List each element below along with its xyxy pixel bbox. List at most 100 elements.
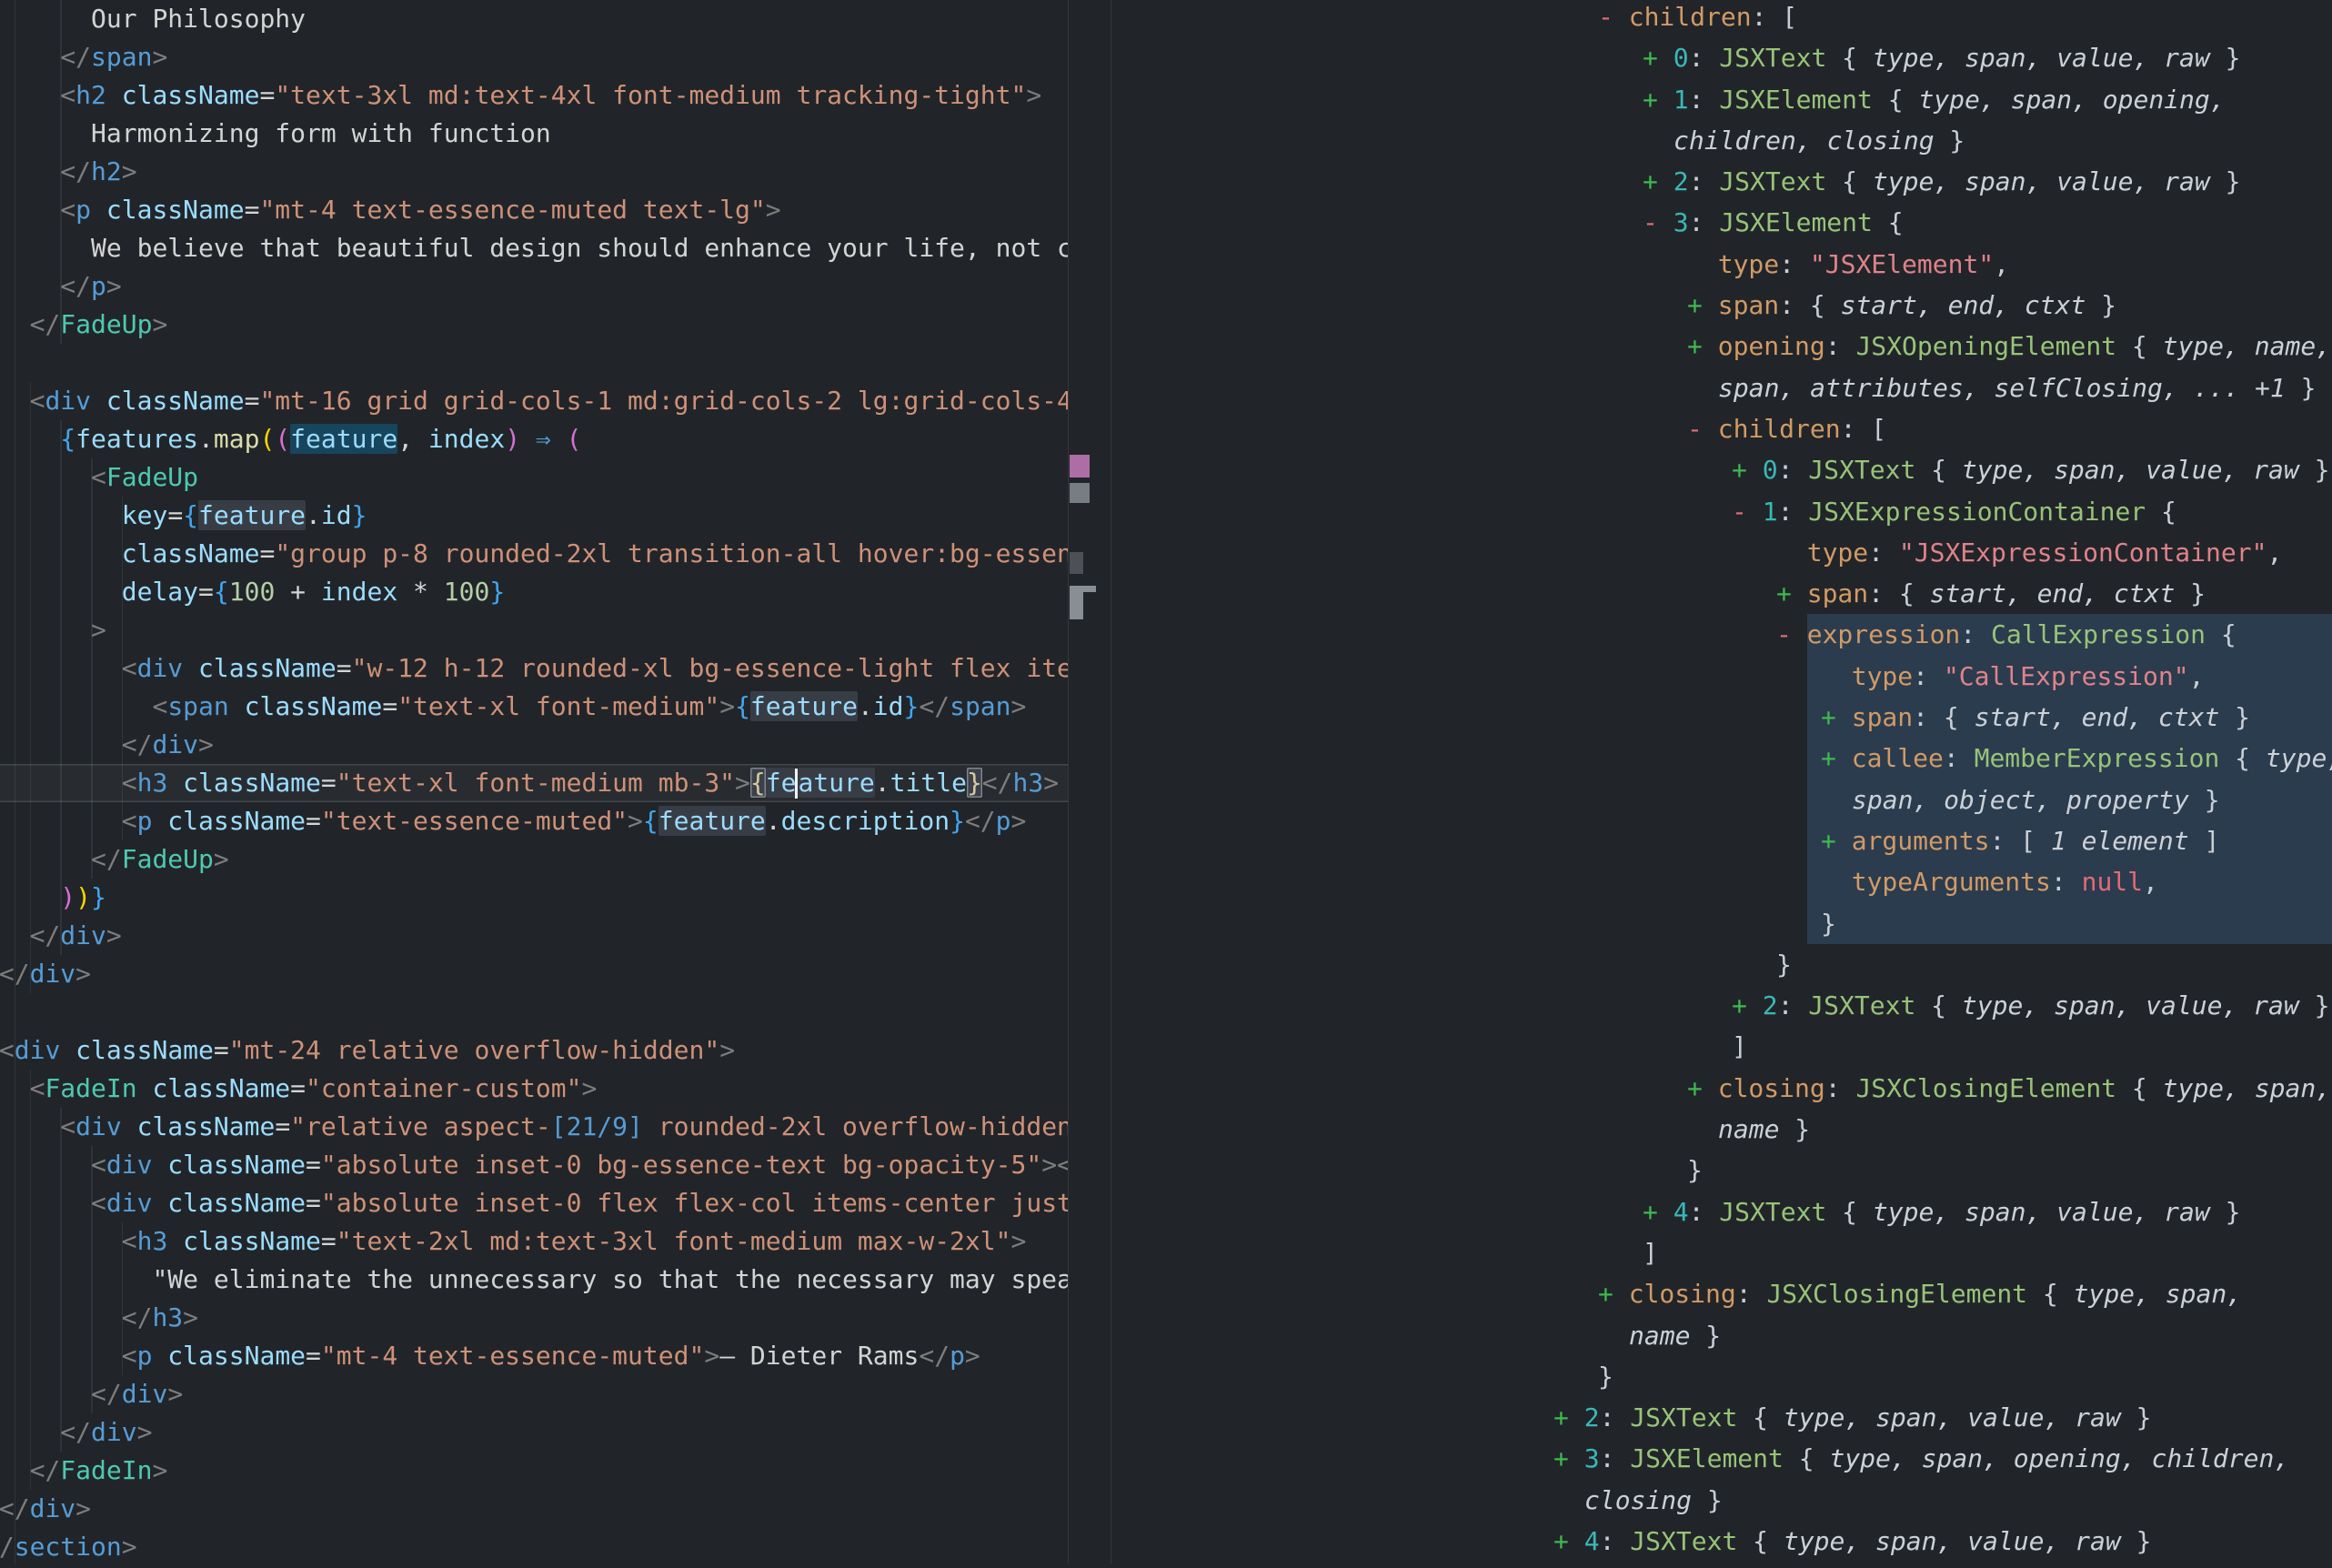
collapse-icon[interactable]: - — [1598, 2, 1629, 32]
code-editor-pane[interactable]: Our Philosophy</span><h2 className="text… — [0, 0, 1068, 1564]
expand-icon[interactable]: + — [1821, 702, 1852, 732]
code-line[interactable]: </div> — [0, 1413, 1068, 1452]
ast-line[interactable]: + span: { start, end, ctxt } — [1111, 285, 2332, 326]
code-line[interactable] — [0, 344, 1068, 382]
ast-line[interactable]: ] — [1111, 1026, 2332, 1067]
code-line[interactable]: delay={100 + index * 100} — [0, 573, 1068, 611]
overview-ruler[interactable] — [1068, 0, 1111, 1564]
code-line[interactable]: > — [0, 611, 1068, 649]
code-line[interactable]: <div className="absolute inset-0 bg-esse… — [0, 1146, 1068, 1184]
collapse-icon[interactable]: - — [1732, 497, 1763, 527]
code-line-current[interactable]: <h3 className="text-xl font-medium mb-3"… — [0, 764, 1068, 802]
ast-line[interactable]: + 1: JSXElement { type, span, opening, — [1111, 79, 2332, 120]
expand-icon[interactable]: + — [1776, 578, 1807, 608]
code-line[interactable]: </FadeUp> — [0, 840, 1068, 879]
collapse-icon[interactable]: - — [1687, 414, 1718, 444]
code-line[interactable]: <div className="absolute inset-0 flex fl… — [0, 1184, 1068, 1222]
expand-icon[interactable]: + — [1687, 290, 1718, 320]
ast-line[interactable]: name } — [1111, 1109, 2332, 1150]
ast-line[interactable]: type: "CallExpression", — [1111, 656, 2332, 697]
ast-line[interactable]: } — [1111, 944, 2332, 985]
ast-line[interactable]: + callee: MemberExpression { type, — [1111, 738, 2332, 779]
code-line[interactable]: <h3 className="text-2xl md:text-3xl font… — [0, 1222, 1068, 1261]
code-line[interactable]: We believe that beautiful design should … — [0, 229, 1068, 267]
expand-icon[interactable]: + — [1643, 43, 1674, 73]
expand-icon[interactable]: + — [1821, 743, 1852, 773]
code-line[interactable]: className="group p-8 rounded-2xl transit… — [0, 535, 1068, 573]
ast-line[interactable]: ] — [1111, 1232, 2332, 1273]
code-line[interactable]: {features.map((feature, index) ⇒ ( — [0, 420, 1068, 458]
ast-line[interactable]: + 3: JSXElement { type, span, opening, c… — [1111, 1438, 2332, 1479]
ast-line[interactable]: children, closing } — [1111, 120, 2332, 161]
expand-icon[interactable]: + — [1687, 331, 1718, 361]
ast-line[interactable]: - 1: JSXExpressionContainer { — [1111, 491, 2332, 532]
ast-tree-panel[interactable]: - children: [+ 0: JSXText { type, span, … — [1111, 0, 2332, 1568]
ast-line[interactable]: + 0: JSXText { type, span, value, raw } — [1111, 37, 2332, 78]
code-line[interactable]: </p> — [0, 267, 1068, 306]
ast-line[interactable]: closing } — [1111, 1480, 2332, 1521]
ast-line[interactable]: type: "JSXElement", — [1111, 244, 2332, 285]
ast-line[interactable]: + opening: JSXOpeningElement { type, nam… — [1111, 326, 2332, 367]
expand-icon[interactable]: + — [1553, 1443, 1584, 1473]
ast-line[interactable]: + 4: JSXText { type, span, value, raw } — [1111, 1521, 2332, 1562]
expand-icon[interactable]: + — [1643, 1197, 1674, 1227]
code-line[interactable]: <FadeIn className="container-custom"> — [0, 1070, 1068, 1108]
ast-line[interactable]: name } — [1111, 1315, 2332, 1356]
code-line[interactable]: <span className="text-xl font-medium">{f… — [0, 688, 1068, 726]
ast-line[interactable]: - 3: JSXElement { — [1111, 202, 2332, 243]
ast-line[interactable]: + 2: JSXText { type, span, value, raw } — [1111, 1397, 2332, 1438]
expand-icon[interactable]: + — [1598, 1279, 1629, 1309]
collapse-icon[interactable]: - — [1776, 619, 1807, 649]
code-line[interactable]: </FadeUp> — [0, 306, 1068, 344]
code-line[interactable] — [0, 993, 1068, 1031]
expand-icon[interactable]: + — [1643, 166, 1674, 196]
ast-line[interactable]: + 2: JSXText { type, span, value, raw } — [1111, 985, 2332, 1026]
ast-line[interactable]: span, attributes, selfClosing, ... +1 } — [1111, 367, 2332, 408]
code-line[interactable]: "We eliminate the unnecessary so that th… — [0, 1261, 1068, 1299]
code-line[interactable]: </div> — [0, 726, 1068, 764]
code-line[interactable]: </div> — [0, 1490, 1068, 1528]
ast-line[interactable]: typeArguments: null, — [1111, 861, 2332, 902]
code-line[interactable]: <div className="w-12 h-12 rounded-xl bg-… — [0, 649, 1068, 688]
code-line[interactable]: <p className="text-essence-muted">{featu… — [0, 802, 1068, 840]
code-line[interactable]: <h2 className="text-3xl md:text-4xl font… — [0, 76, 1068, 115]
ast-line[interactable]: + 4: JSXText { type, span, value, raw } — [1111, 1191, 2332, 1232]
code-line[interactable]: </div> — [0, 917, 1068, 955]
code-line[interactable]: </div> — [0, 955, 1068, 993]
ast-line[interactable]: type: "JSXExpressionContainer", — [1111, 532, 2332, 573]
expand-icon[interactable]: + — [1687, 1073, 1718, 1103]
expand-icon[interactable]: + — [1643, 85, 1674, 115]
code-line[interactable]: <p className="mt-4 text-essence-muted">—… — [0, 1337, 1068, 1375]
code-line[interactable]: <div className="relative aspect-[21/9] r… — [0, 1108, 1068, 1146]
code-line[interactable]: </FadeIn> — [0, 1452, 1068, 1490]
ast-line[interactable]: - expression: CallExpression { — [1111, 614, 2332, 655]
code-line[interactable]: ))} — [0, 879, 1068, 917]
ast-line[interactable]: } — [1111, 1356, 2332, 1397]
ast-line[interactable]: + closing: JSXClosingElement { type, spa… — [1111, 1068, 2332, 1109]
code-line[interactable]: </section> — [0, 1528, 1068, 1564]
ast-line[interactable]: + span: { start, end, ctxt } — [1111, 573, 2332, 614]
ast-line[interactable]: + closing: JSXClosingElement { type, spa… — [1111, 1273, 2332, 1314]
ast-line[interactable]: - children: [ — [1111, 0, 2332, 37]
expand-icon[interactable]: + — [1553, 1526, 1584, 1556]
code-line[interactable]: </span> — [0, 38, 1068, 76]
ast-line[interactable]: } — [1111, 1150, 2332, 1191]
expand-icon[interactable]: + — [1553, 1402, 1584, 1432]
expand-icon[interactable]: + — [1732, 990, 1763, 1020]
code-line[interactable]: </h3> — [0, 1299, 1068, 1337]
code-line[interactable]: Our Philosophy — [0, 0, 1068, 38]
ast-line[interactable]: + 0: JSXText { type, span, value, raw } — [1111, 449, 2332, 490]
ast-line[interactable]: - children: [ — [1111, 408, 2332, 449]
expand-icon[interactable]: + — [1821, 826, 1852, 856]
code-line[interactable]: <div className="mt-24 relative overflow-… — [0, 1031, 1068, 1070]
ast-line[interactable]: span, object, property } — [1111, 779, 2332, 820]
collapse-icon[interactable]: - — [1643, 207, 1674, 237]
ast-line[interactable]: + 2: JSXText { type, span, value, raw } — [1111, 161, 2332, 202]
expand-icon[interactable]: + — [1732, 455, 1763, 485]
code-line[interactable]: Harmonizing form with function — [0, 115, 1068, 153]
code-line[interactable]: <FadeUp — [0, 458, 1068, 497]
code-line[interactable]: <div className="mt-16 grid grid-cols-1 m… — [0, 382, 1068, 420]
ast-line[interactable]: } — [1111, 903, 2332, 944]
code-line[interactable]: </h2> — [0, 153, 1068, 191]
code-line[interactable]: key={feature.id} — [0, 497, 1068, 535]
